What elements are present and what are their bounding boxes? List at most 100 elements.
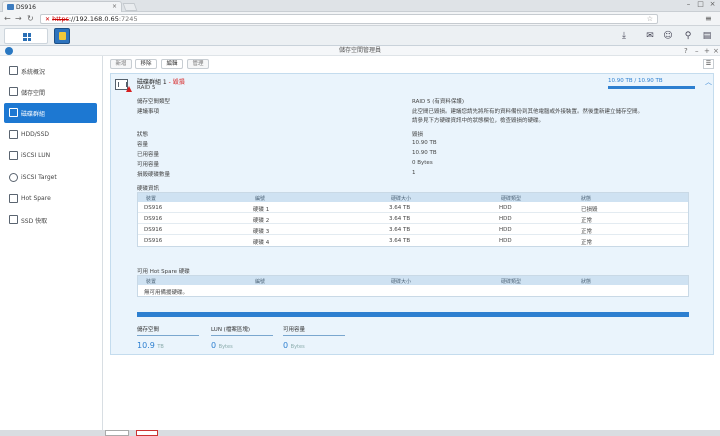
storage-manager-app-icon[interactable]: [54, 28, 70, 44]
disk-table: 裝置 編號 硬碟大小 硬碟類型 狀態 DS916 硬碟 1 3.64 TB HD…: [137, 192, 689, 247]
sidebar-item-label: HDD/SSD: [21, 131, 50, 138]
stat-unit: Bytes: [290, 344, 305, 350]
stat-divider: [283, 335, 345, 336]
window-title: 儲存空間管理員: [338, 47, 381, 54]
sidebar-item-hdd-ssd[interactable]: HDD/SSD: [4, 125, 97, 145]
edit-button[interactable]: 編輯: [161, 59, 183, 69]
hdd-icon: [9, 130, 18, 139]
remove-button[interactable]: 移除: [135, 59, 157, 69]
minimize-icon[interactable]: –: [683, 1, 694, 9]
table-row[interactable]: DS916 硬碟 4 3.64 TB HDD 正常: [138, 235, 688, 246]
stat-label: LUN (檔案區塊): [211, 327, 250, 333]
main-menu-button[interactable]: [4, 28, 48, 44]
forward-icon[interactable]: →: [15, 14, 22, 23]
column-header: 狀態: [581, 279, 592, 285]
stat-value: 0 Bytes: [283, 341, 345, 350]
cell-device: DS916: [144, 238, 163, 244]
stat-storage: 儲存空間 10.9 TB: [137, 325, 199, 350]
prop-label: 容量: [137, 142, 149, 148]
manage-button[interactable]: 管理: [187, 59, 209, 69]
sidebar: 系統概況 儲存空間 磁碟群組 HDD/SSD iSCSI LUN iSCSI T…: [0, 56, 103, 436]
browser-tab[interactable]: DS916 ×: [2, 1, 122, 12]
sidebar-item-overview[interactable]: 系統概況: [4, 61, 97, 81]
volume-icon: [9, 87, 18, 96]
hotspare-table-header: 裝置 編號 硬碟大小 硬碟類型 狀態: [138, 276, 688, 285]
search-icon[interactable]: ⚲: [681, 29, 695, 43]
taskbar-app[interactable]: [105, 430, 129, 436]
disk-info-label: 硬碟資訊: [137, 186, 160, 192]
cell-id: 硬碟 2: [253, 218, 270, 224]
disk-table-header: 裝置 編號 硬碟大小 硬碟類型 狀態: [138, 193, 688, 202]
window-maximize-icon[interactable]: +: [704, 46, 710, 56]
column-header: 硬碟類型: [501, 196, 522, 202]
table-row[interactable]: DS916 硬碟 3 3.64 TB HDD 正常: [138, 224, 688, 235]
cell-device: DS916: [144, 227, 163, 233]
prop-value: 請參見下方硬碟資訊中的狀態欄位，檢查毀損的硬碟。: [412, 118, 545, 124]
dsm-taskbar: ⤓ ✉ ☺ ⚲ ▤: [0, 26, 720, 46]
raid-type: RAID 5: [137, 85, 156, 91]
sidebar-item-label: iSCSI Target: [21, 174, 57, 181]
new-tab-button[interactable]: [122, 3, 138, 11]
column-header: 裝置: [146, 279, 157, 285]
stat-label: 可用容量: [283, 327, 306, 333]
sidebar-item-iscsi-lun[interactable]: iSCSI LUN: [4, 146, 97, 166]
window-minimize-icon[interactable]: –: [695, 46, 699, 56]
widgets-icon[interactable]: ▤: [700, 29, 714, 43]
browser-menu-icon[interactable]: ≡: [705, 14, 712, 23]
taskbar-app[interactable]: [136, 430, 158, 436]
stat-value: 0 Bytes: [211, 341, 273, 350]
table-row[interactable]: DS916 硬碟 2 3.64 TB HDD 正常: [138, 213, 688, 224]
prop-value: 此空間已毀損。建議您請先將所有的資料備份到其他電腦或外接裝置。然後重新建立儲存空…: [412, 109, 644, 115]
window-close-icon[interactable]: ×: [713, 46, 719, 56]
stat-divider: [211, 335, 273, 336]
insecure-lock-icon: ✕: [45, 16, 51, 23]
close-tab-icon[interactable]: ×: [112, 3, 117, 10]
user-icon[interactable]: ☺: [661, 29, 675, 43]
cell-type: HDD: [499, 227, 512, 233]
help-icon[interactable]: ?: [684, 46, 688, 56]
empty-message: 無可用備援硬碟。: [144, 290, 189, 296]
prop-label: 建議事項: [137, 109, 160, 115]
column-header: 裝置: [146, 196, 157, 202]
cell-size: 3.64 TB: [389, 205, 411, 211]
sidebar-item-ssd-cache[interactable]: SSD 快取: [4, 210, 97, 230]
url-host: ://192.168.0.65: [68, 15, 119, 23]
download-icon[interactable]: ⤓: [617, 29, 631, 43]
cell-type: HDD: [499, 238, 512, 244]
url-scheme: https: [52, 15, 69, 23]
bookmark-star-icon[interactable]: ☆: [647, 15, 653, 23]
table-row[interactable]: DS916 硬碟 1 3.64 TB HDD 已損毀: [138, 202, 688, 213]
os-taskbar: [0, 430, 720, 436]
sidebar-item-hot-spare[interactable]: Hot Spare: [4, 189, 97, 209]
cell-type: HDD: [499, 216, 512, 222]
collapse-chevron-icon[interactable]: ︿: [705, 77, 712, 87]
cell-status: 正常: [581, 240, 593, 246]
cell-size: 3.64 TB: [389, 227, 411, 233]
sidebar-item-disk-group[interactable]: 磁碟群組: [4, 103, 97, 123]
url-input[interactable]: ✕ https://192.168.0.65:7245 ☆: [40, 14, 658, 24]
cell-id: 硬碟 3: [253, 229, 270, 235]
stat-divider: [137, 335, 199, 336]
prop-value: 毀損: [412, 132, 424, 138]
chat-icon[interactable]: ✉: [643, 29, 657, 43]
stat-unit: Bytes: [218, 344, 233, 350]
prop-label: 儲存空間類型: [137, 99, 171, 105]
stat-label: 儲存空間: [137, 327, 160, 333]
address-bar: ← → ↻ ✕ https://192.168.0.65:7245 ☆: [0, 12, 720, 26]
sidebar-item-volume[interactable]: 儲存空間: [4, 82, 97, 102]
iscsi-target-icon: [9, 173, 18, 182]
browser-tab-strip: DS916 × – □ ×: [0, 0, 720, 12]
close-window-icon[interactable]: ×: [707, 1, 718, 9]
window-titlebar: 儲存空間管理員 ? – + ×: [0, 46, 720, 56]
cell-device: DS916: [144, 216, 163, 222]
list-view-icon[interactable]: ☰: [703, 59, 714, 69]
cell-type: HDD: [499, 205, 512, 211]
warning-icon: [126, 86, 132, 92]
maximize-icon[interactable]: □: [695, 1, 706, 9]
back-icon[interactable]: ←: [4, 14, 11, 23]
hotspare-label: 可用 Hot Spare 硬碟: [137, 269, 190, 275]
cell-status: 已損毀: [581, 207, 598, 213]
reload-icon[interactable]: ↻: [27, 14, 34, 23]
sidebar-item-iscsi-target[interactable]: iSCSI Target: [4, 168, 97, 188]
create-button[interactable]: 新增: [110, 59, 132, 69]
